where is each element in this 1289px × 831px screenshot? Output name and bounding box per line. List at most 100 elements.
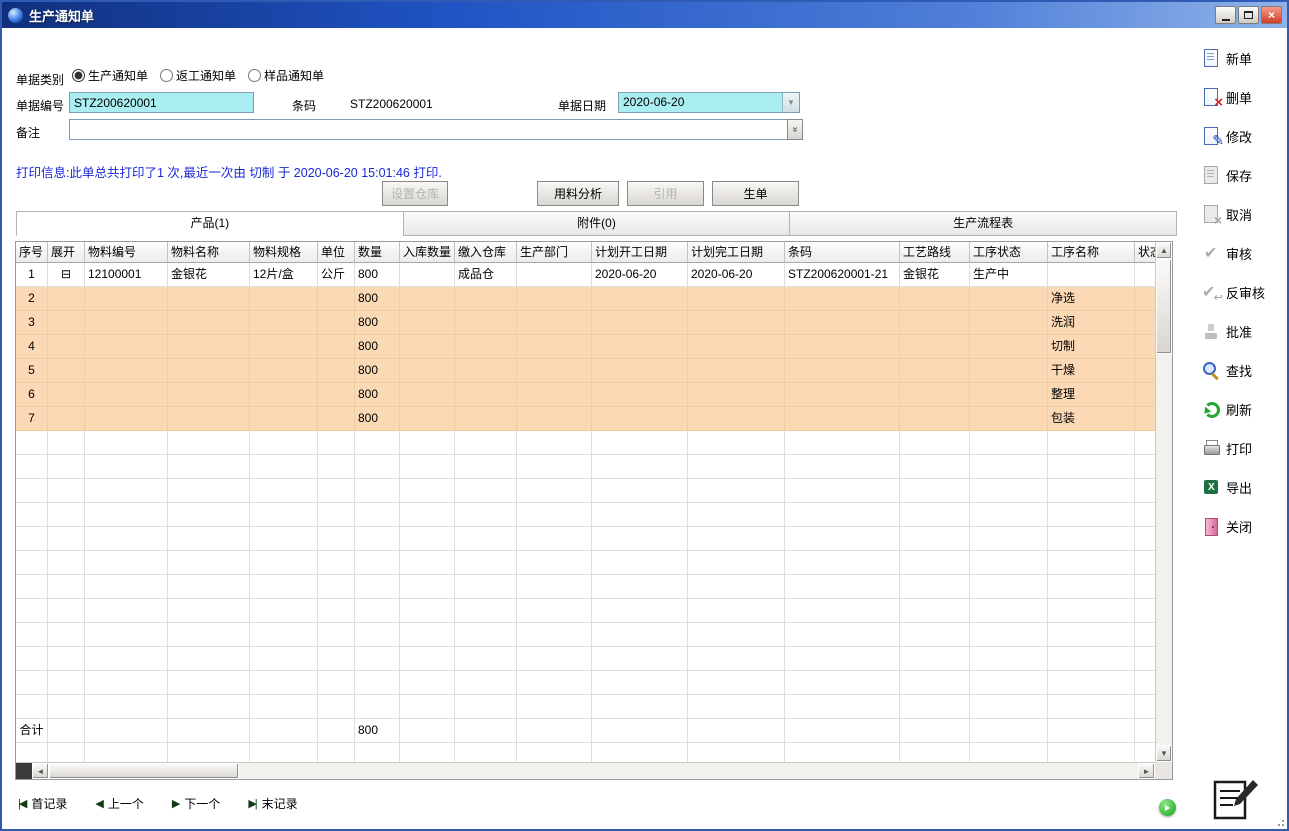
category-option-1[interactable]: 生产通知单	[72, 67, 148, 84]
cell[interactable]	[168, 527, 250, 551]
cell[interactable]	[48, 455, 85, 479]
cell[interactable]	[168, 575, 250, 599]
cell[interactable]	[688, 335, 785, 359]
cell[interactable]	[688, 575, 785, 599]
cell[interactable]	[318, 647, 355, 671]
cell[interactable]	[517, 551, 592, 575]
cell[interactable]	[592, 287, 688, 311]
cell[interactable]	[318, 287, 355, 311]
cell[interactable]	[688, 479, 785, 503]
column-header[interactable]: 工艺路线	[900, 242, 970, 263]
cell[interactable]: 3	[16, 311, 48, 335]
cell[interactable]	[592, 311, 688, 335]
cell[interactable]	[455, 383, 517, 407]
cell[interactable]	[900, 743, 970, 762]
scroll-down-icon[interactable]: ▼	[1156, 745, 1172, 762]
cell[interactable]	[16, 599, 48, 623]
cell[interactable]	[592, 575, 688, 599]
cell[interactable]	[785, 743, 900, 762]
cell[interactable]	[355, 743, 400, 762]
cell[interactable]: STZ200620001-21	[785, 263, 900, 287]
cell[interactable]	[1135, 287, 1155, 311]
vertical-scrollbar[interactable]: ▲ ▼	[1155, 242, 1172, 762]
cell[interactable]	[85, 743, 168, 762]
cell[interactable]	[250, 335, 318, 359]
cell[interactable]	[970, 335, 1048, 359]
cell[interactable]: 7	[16, 407, 48, 431]
cell[interactable]	[168, 287, 250, 311]
cell[interactable]	[592, 743, 688, 762]
cell[interactable]	[318, 719, 355, 743]
cell[interactable]	[455, 623, 517, 647]
cell[interactable]	[85, 695, 168, 719]
cell[interactable]: 5	[16, 359, 48, 383]
cell[interactable]	[517, 599, 592, 623]
cell[interactable]	[85, 647, 168, 671]
cell[interactable]	[85, 503, 168, 527]
cell[interactable]	[168, 671, 250, 695]
cell[interactable]	[1048, 695, 1135, 719]
cell[interactable]: 800	[355, 311, 400, 335]
cell[interactable]	[900, 407, 970, 431]
cell[interactable]	[250, 671, 318, 695]
column-header[interactable]: 单位	[318, 242, 355, 263]
cell[interactable]	[48, 287, 85, 311]
resize-grip[interactable]	[1274, 816, 1284, 826]
cell[interactable]	[318, 527, 355, 551]
column-header[interactable]: 计划完工日期	[688, 242, 785, 263]
cell[interactable]	[1135, 407, 1155, 431]
cell[interactable]	[400, 599, 455, 623]
cell[interactable]	[1135, 383, 1155, 407]
cell[interactable]	[970, 503, 1048, 527]
cell[interactable]	[250, 527, 318, 551]
cell[interactable]	[688, 455, 785, 479]
cell[interactable]	[688, 407, 785, 431]
cell[interactable]	[48, 503, 85, 527]
cell[interactable]	[455, 335, 517, 359]
doc-no-input[interactable]	[69, 92, 254, 113]
doc-date-combo[interactable]: 2020-06-20 ▼	[618, 92, 800, 113]
cell[interactable]	[970, 647, 1048, 671]
cell[interactable]	[1048, 551, 1135, 575]
cell[interactable]	[355, 455, 400, 479]
cell[interactable]: 800	[355, 263, 400, 287]
cell[interactable]	[1048, 719, 1135, 743]
cell[interactable]	[168, 599, 250, 623]
cell[interactable]	[48, 407, 85, 431]
cell[interactable]	[455, 695, 517, 719]
cell[interactable]	[355, 431, 400, 455]
cell[interactable]	[48, 551, 85, 575]
cell[interactable]	[592, 383, 688, 407]
cell[interactable]: 2020-06-20	[592, 263, 688, 287]
cell[interactable]	[1135, 695, 1155, 719]
cell[interactable]	[318, 455, 355, 479]
cell[interactable]	[592, 695, 688, 719]
cell[interactable]	[85, 671, 168, 695]
column-header[interactable]: 工序名称	[1048, 242, 1135, 263]
cell[interactable]	[592, 719, 688, 743]
cell[interactable]	[168, 455, 250, 479]
cell[interactable]	[48, 431, 85, 455]
cell[interactable]	[400, 479, 455, 503]
scroll-left-icon[interactable]: ◄	[32, 763, 49, 779]
cell[interactable]	[785, 479, 900, 503]
category-radio[interactable]	[248, 69, 261, 82]
cell[interactable]	[517, 455, 592, 479]
cell[interactable]	[250, 311, 318, 335]
cell[interactable]	[517, 743, 592, 762]
sidebar-button-search[interactable]: 查找	[1201, 358, 1265, 382]
cell[interactable]	[168, 359, 250, 383]
cell[interactable]	[785, 719, 900, 743]
cell[interactable]: 2020-06-20	[688, 263, 785, 287]
cell[interactable]	[48, 623, 85, 647]
horizontal-scroll-track[interactable]	[239, 763, 1138, 779]
cell[interactable]	[970, 359, 1048, 383]
cell[interactable]	[355, 671, 400, 695]
cell[interactable]	[16, 743, 48, 762]
cell[interactable]	[1135, 599, 1155, 623]
column-header[interactable]: 序号	[16, 242, 48, 263]
cell[interactable]	[400, 431, 455, 455]
cell[interactable]: 800	[355, 359, 400, 383]
cell[interactable]	[900, 335, 970, 359]
cell[interactable]	[16, 455, 48, 479]
